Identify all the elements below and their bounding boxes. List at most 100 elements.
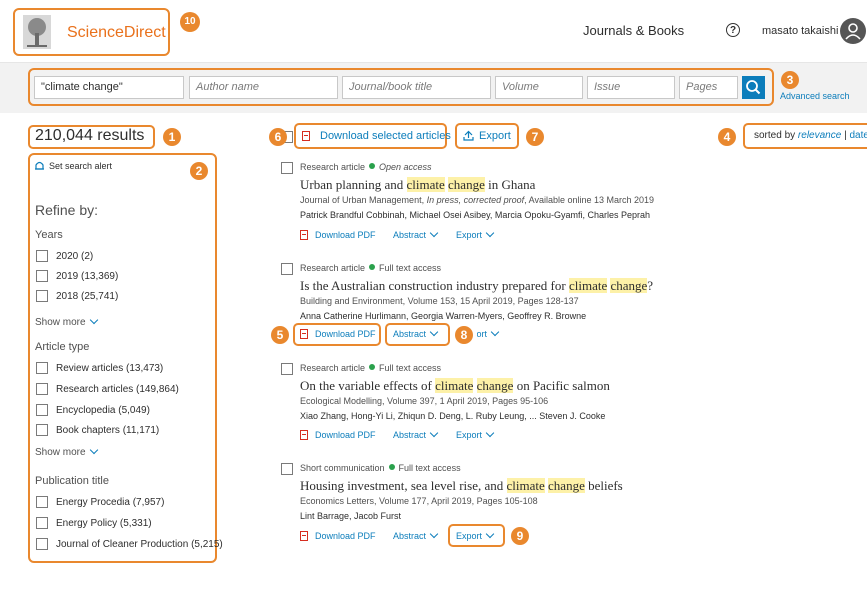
research-articles-checkbox[interactable] — [36, 383, 48, 395]
bell-icon — [35, 161, 44, 170]
year-2018-checkbox[interactable] — [36, 290, 48, 302]
callout-4: 4 — [718, 128, 736, 146]
encyclopedia-checkbox[interactable] — [36, 404, 48, 416]
user-name[interactable]: masato takaishi — [762, 25, 838, 37]
elsevier-tree-logo — [23, 15, 51, 49]
callout-9: 9 — [511, 527, 529, 545]
chevron-down-icon — [490, 329, 500, 337]
result-authors: Anna Catherine Hurlimann, Georgia Warren… — [300, 311, 587, 321]
publication-label: Energy Procedia (7,957) — [56, 497, 165, 508]
year-2019-checkbox[interactable] — [36, 270, 48, 282]
sort-relevance-link[interactable]: relevance — [798, 130, 841, 141]
year-2020-checkbox[interactable] — [36, 250, 48, 262]
result-title-link[interactable]: Urban planning and climate change in Gha… — [300, 177, 535, 193]
set-search-alert-link[interactable]: Set search alert — [49, 161, 112, 171]
article-type-heading: Article type — [35, 341, 90, 353]
cleaner-production-checkbox[interactable] — [36, 538, 48, 550]
access-dot-icon — [369, 163, 376, 169]
refine-title: Refine by: — [35, 202, 99, 218]
article-type-label: Encyclopedia (5,049) — [56, 405, 150, 416]
export-button[interactable]: Export — [479, 130, 511, 142]
result-source: Ecological Modelling, Volume 397, 1 Apri… — [300, 396, 549, 406]
energy-procedia-checkbox[interactable] — [36, 496, 48, 508]
publication-label: Energy Policy (5,331) — [56, 518, 152, 529]
issue-input[interactable]: Issue — [587, 76, 675, 99]
callout-3: 3 — [781, 71, 799, 89]
result-select-checkbox[interactable] — [281, 263, 293, 275]
year-filter-label: 2019 (13,369) — [56, 271, 119, 282]
review-articles-checkbox[interactable] — [36, 362, 48, 374]
result-type: Short communication Full text access — [300, 463, 461, 473]
search-button[interactable] — [742, 76, 765, 99]
sort-options: sorted by relevance | date — [754, 130, 867, 141]
user-avatar-icon[interactable] — [840, 18, 866, 44]
author-input[interactable]: Author name — [189, 76, 338, 99]
upload-icon — [463, 130, 474, 141]
result-source: Economics Letters, Volume 177, April 201… — [300, 496, 538, 506]
result-title-link[interactable]: Housing investment, sea level rise, and … — [300, 478, 623, 494]
chevron-down-icon — [485, 428, 495, 438]
journals-books-link[interactable]: Journals & Books — [583, 23, 684, 38]
download-pdf-link[interactable]: Download PDF — [315, 430, 376, 440]
years-heading: Years — [35, 229, 63, 241]
chevron-down-icon — [89, 445, 98, 455]
years-show-more-link[interactable]: Show more — [35, 315, 98, 328]
callout-1: 1 — [163, 128, 181, 146]
result-select-checkbox[interactable] — [281, 463, 293, 475]
chevron-down-icon — [429, 428, 439, 438]
download-pdf-link[interactable]: Download PDF — [315, 329, 376, 339]
pdf-icon — [302, 131, 310, 141]
download-pdf-link[interactable]: Download PDF — [315, 531, 376, 541]
book-chapters-checkbox[interactable] — [36, 424, 48, 436]
article-type-label: Research articles (149,864) — [56, 384, 179, 395]
result-authors: Patrick Brandful Cobbinah, Michael Osei … — [300, 210, 650, 220]
pdf-icon — [300, 430, 308, 440]
download-selected-button[interactable]: Download selected articles — [320, 130, 451, 142]
result-select-checkbox[interactable] — [281, 363, 293, 375]
callout-2: 2 — [190, 162, 208, 180]
abstract-toggle[interactable]: Abstract — [393, 327, 439, 339]
chevron-down-icon — [429, 228, 439, 238]
chevron-down-icon — [429, 529, 439, 539]
result-type: Research article Full text access — [300, 263, 442, 273]
pdf-icon — [300, 230, 308, 240]
chevron-down-icon — [89, 315, 98, 325]
advanced-search-link[interactable]: Advanced search — [780, 91, 850, 101]
abstract-toggle[interactable]: Abstract — [393, 428, 439, 440]
access-dot-icon — [369, 364, 376, 370]
logo-link[interactable]: ScienceDirect — [13, 8, 170, 56]
callout-10: 10 — [180, 12, 200, 32]
result-title-link[interactable]: Is the Australian construction industry … — [300, 278, 653, 294]
result-authors: Xiao Zhang, Hong-Yi Li, Zhiqun D. Deng, … — [300, 411, 606, 421]
type-show-more-link[interactable]: Show more — [35, 445, 98, 458]
result-title-link[interactable]: On the variable effects of climate chang… — [300, 378, 610, 394]
year-filter-label: 2020 (2) — [56, 251, 94, 262]
keywords-input[interactable]: "climate change" — [34, 76, 184, 99]
result-select-checkbox[interactable] — [281, 162, 293, 174]
chevron-down-icon — [485, 228, 495, 238]
publication-label: Journal of Cleaner Production (5,215) — [56, 539, 223, 550]
help-icon[interactable]: ? — [726, 23, 740, 37]
abstract-toggle[interactable]: Abstract — [393, 529, 439, 541]
abstract-toggle[interactable]: Abstract — [393, 228, 439, 240]
search-icon — [746, 80, 761, 95]
article-type-label: Book chapters (11,171) — [56, 425, 160, 436]
result-type: Research article Full text access — [300, 363, 442, 373]
result-type: Research article Open access — [300, 162, 432, 172]
volume-input[interactable]: Volume — [495, 76, 583, 99]
energy-policy-checkbox[interactable] — [36, 517, 48, 529]
export-toggle[interactable]: Export — [456, 529, 495, 541]
chevron-down-icon — [429, 327, 439, 337]
access-dot-icon — [369, 264, 376, 270]
pages-input[interactable]: Pages — [679, 76, 738, 99]
chevron-down-icon — [485, 529, 495, 539]
callout-6: 6 — [269, 128, 287, 146]
export-toggle[interactable]: Export — [477, 329, 501, 339]
export-toggle[interactable]: Export — [456, 228, 495, 240]
journal-title-input[interactable]: Journal/book title — [342, 76, 491, 99]
sort-date-link[interactable]: date — [849, 130, 867, 141]
download-pdf-link[interactable]: Download PDF — [315, 230, 376, 240]
export-toggle[interactable]: Export — [456, 428, 495, 440]
article-type-label: Review articles (13,473) — [56, 363, 164, 374]
callout-5: 5 — [271, 326, 289, 344]
